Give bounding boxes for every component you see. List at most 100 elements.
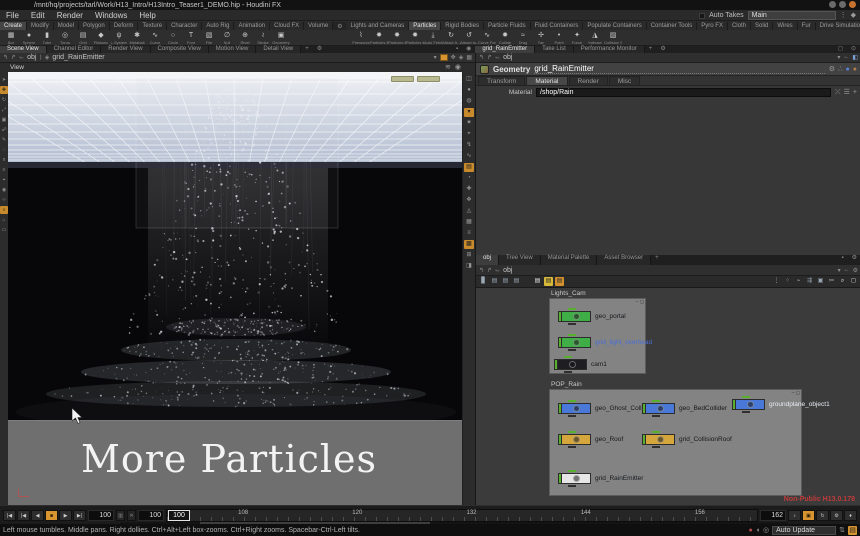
pane-link-icon[interactable]: ◉ (462, 46, 475, 53)
shelf-tool[interactable]: ↻Attract fr... (442, 30, 460, 46)
translate-tool-icon[interactable]: ✥ (0, 86, 8, 94)
open-tree-icon[interactable]: ☰ (844, 88, 850, 97)
update-mode-icon[interactable]: ⇅ (839, 526, 845, 535)
shelf-tab[interactable]: Character (167, 22, 202, 30)
param-back-icon[interactable]: ↰ (479, 54, 484, 61)
select-tool-icon[interactable]: ➤ (0, 76, 8, 84)
pin-flag-icon[interactable] (440, 54, 448, 61)
shelf-tool[interactable]: ◮Interact (586, 30, 604, 46)
network-tab-tree-view[interactable]: Tree View (499, 255, 541, 265)
network-add-tab-icon[interactable]: + (651, 255, 663, 265)
jump-end-button[interactable]: ▶| (73, 510, 86, 521)
shelf-tool[interactable]: ∅Null (218, 30, 236, 46)
pane-tab-composite-view[interactable]: Composite View (151, 46, 209, 53)
shelf-tab[interactable]: Create (0, 22, 27, 30)
brush-tool-icon[interactable]: ✎ (0, 136, 8, 144)
camera-pill-button-2[interactable] (417, 76, 440, 82)
viewport-canvas[interactable]: More Particles (8, 72, 462, 505)
node-body[interactable] (561, 403, 591, 414)
node-chooser-icon[interactable]: ⤫ (835, 88, 841, 97)
lighting-icon[interactable]: ✷ (464, 119, 474, 128)
stop-button[interactable]: ■ (45, 510, 58, 521)
node-geo_roof[interactable]: geo_Roof (558, 434, 623, 445)
quad-view-icon[interactable]: ⊞ (464, 251, 474, 260)
node-name-field[interactable]: grid_RainEmitter (534, 64, 824, 74)
net-forward-icon[interactable]: ↱ (487, 267, 492, 274)
view-tool-icon[interactable]: ◉ (0, 186, 8, 194)
shelf-tab[interactable]: Lights and Cameras (347, 22, 410, 30)
shelf-tool[interactable]: ✹Collide (496, 30, 514, 46)
shelf-tool[interactable]: ✸Particles fr... (388, 30, 406, 46)
texture-icon[interactable]: ▩ (464, 240, 474, 249)
network-maximize-icon[interactable]: ▪ (837, 255, 847, 265)
network-tab-obj[interactable]: obj (476, 255, 499, 265)
shelf-tool[interactable]: ✱Metaball (128, 30, 146, 46)
shelf-tab[interactable]: Particle Fluids (484, 22, 531, 30)
net-search-icon[interactable]: ⌕ (838, 277, 847, 286)
shelf-tool[interactable]: ✸Particles fr... (406, 30, 424, 46)
node-body[interactable] (561, 473, 591, 484)
shelf-tab[interactable]: Modify (27, 22, 54, 30)
network-gear-icon[interactable]: ⚙ (848, 255, 860, 265)
shelf-tab[interactable]: Populate Containers (583, 22, 646, 30)
realtime-toggle-icon[interactable]: ▣ (802, 510, 815, 521)
pane-split-icon[interactable]: ▪ (452, 46, 462, 53)
node-groundplane_object1[interactable]: groundplane_object1 (732, 399, 830, 410)
node-geo_bedcollider[interactable]: geo_BedCollider (642, 403, 727, 414)
shelf-tool[interactable]: ≈Drag (514, 30, 532, 46)
cook-paw-icon[interactable]: ∴ (838, 65, 842, 74)
shelf-tab[interactable]: Pyro FX (697, 22, 728, 30)
shelf-tab[interactable]: Animation (234, 22, 270, 30)
net-pin-icon[interactable]: ▊ (479, 277, 488, 286)
audio-icon[interactable]: ♪ (788, 510, 801, 521)
nav-back-icon[interactable]: ↰ (3, 54, 8, 61)
align-tool-icon[interactable]: ≡ (0, 166, 8, 174)
grid-toggle-icon[interactable]: ▤ (464, 163, 474, 172)
node-grid_collisionroof[interactable]: grid_CollisionRoof (642, 434, 732, 445)
node-grid_rainemitter[interactable]: grid_RainEmitter (558, 473, 643, 484)
range-start-field[interactable]: 100 (88, 510, 114, 521)
node-body[interactable] (561, 337, 591, 348)
error-indicator-icon[interactable]: ● (749, 526, 753, 535)
loop-icon[interactable]: ↻ (816, 510, 829, 521)
net-page-icon[interactable]: ▤ (490, 277, 499, 286)
node-grid_light_overhead[interactable]: grid_light_overhead (558, 337, 652, 348)
net-shape-palette-icon[interactable]: ▤ (555, 277, 564, 286)
cone-icon[interactable]: ◬ (464, 207, 474, 216)
shelf-tool[interactable]: •Point (550, 30, 568, 46)
pane-tab-performance-monitor[interactable]: Performance Monitor (574, 46, 645, 53)
pane-gear-icon[interactable]: ⚙ (313, 46, 326, 53)
net-grid-dots-icon[interactable]: ⁘ (783, 277, 792, 286)
network-tab-asset-browser[interactable]: Asset Browser (597, 255, 651, 265)
add-pane-tab-icon[interactable]: + (301, 46, 313, 53)
node-geo_portal[interactable]: geo_portal (558, 311, 626, 322)
auto-update-select[interactable]: Auto Update (772, 526, 836, 535)
pane-maximize-icon[interactable]: ◻ (834, 46, 847, 53)
node-body[interactable] (561, 311, 591, 322)
close-button[interactable] (849, 1, 856, 8)
menu-help[interactable]: Help (133, 11, 161, 20)
shelf-tab[interactable]: Cloud FX (270, 22, 304, 30)
pane-tab-channel-editor[interactable]: Channel Editor (47, 46, 102, 53)
net-frame-icon[interactable]: ◻ (849, 277, 858, 286)
shelf-tool[interactable]: ⊕Rivet (236, 30, 254, 46)
home-tool-icon[interactable]: ⌂ (0, 216, 8, 224)
shelf-tab[interactable]: Rigid Bodies (441, 22, 484, 30)
net-settings-icon[interactable]: ⚙ (853, 267, 858, 274)
net-overview-icon[interactable]: ▣ (816, 277, 825, 286)
shelf-tool[interactable]: ▮Tube (38, 30, 56, 46)
normals-icon[interactable]: ⌖ (464, 130, 474, 139)
template-icon[interactable]: ▦ (464, 218, 474, 227)
shelf-tool[interactable]: ▦Box (2, 30, 20, 46)
param-forward-icon[interactable]: ↱ (487, 54, 492, 61)
node-body[interactable] (735, 399, 765, 410)
menu-file[interactable]: File (0, 11, 25, 20)
help-blue-icon[interactable]: ● (846, 65, 850, 74)
param-path-label[interactable]: obj (503, 54, 512, 61)
shelf-tab[interactable]: Deform (110, 22, 139, 30)
display-options-icon[interactable]: ≋ (445, 63, 451, 72)
shelf-tab[interactable]: Volume (304, 22, 333, 30)
gear-menu-icon[interactable]: ⚙ (829, 65, 835, 74)
menu-plus-icon[interactable]: + (853, 88, 857, 97)
node-body[interactable] (645, 434, 675, 445)
